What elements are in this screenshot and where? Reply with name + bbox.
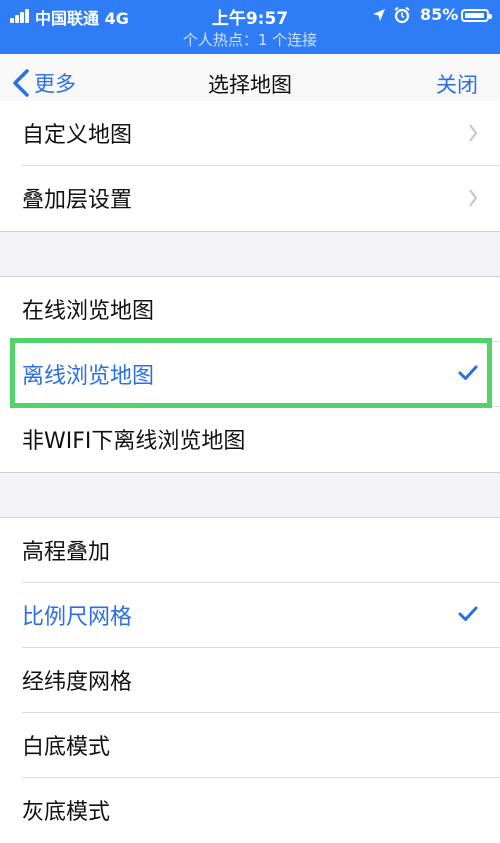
list-item-custom-map[interactable]: 自定义地图	[0, 101, 500, 166]
chevron-right-icon	[469, 124, 478, 142]
battery-icon	[461, 9, 492, 22]
list-item-label: 自定义地图	[22, 123, 133, 148]
list-item-label: 非WIFI下离线浏览地图	[22, 429, 246, 454]
list-item-elevation-overlay[interactable]: 高程叠加	[0, 518, 500, 583]
list-item-label: 叠加层设置	[22, 188, 133, 213]
page-title: 选择地图	[208, 73, 292, 97]
list-item-offline-map[interactable]: 离线浏览地图	[0, 342, 500, 407]
list-item-online-map[interactable]: 在线浏览地图	[0, 277, 500, 342]
list-item-scale-grid[interactable]: 比例尺网格	[0, 583, 500, 648]
list-item-label: 离线浏览地图	[22, 364, 155, 389]
chevron-right-icon	[469, 189, 478, 207]
list-item-non-wifi-offline[interactable]: 非WIFI下离线浏览地图	[0, 407, 500, 472]
hotspot-banner[interactable]: 个人热点：1 个连接	[0, 29, 500, 50]
list-item-latlon-grid[interactable]: 经纬度网格	[0, 648, 500, 713]
section-divider	[0, 231, 500, 277]
list-item-label: 经纬度网格	[22, 670, 133, 695]
checkmark-icon	[458, 606, 478, 621]
list-item-overlay-settings[interactable]: 叠加层设置	[0, 166, 500, 231]
list-item-label: 在线浏览地图	[22, 299, 155, 324]
status-bar: 中国联通 4G 上午9:57 85% 个人热点：1 个连接	[0, 0, 500, 54]
close-button[interactable]: 关闭	[436, 69, 478, 99]
list-item-label: 高程叠加	[22, 540, 111, 565]
location-arrow-icon	[373, 9, 385, 21]
list-item-label: 灰底模式	[22, 800, 111, 825]
section-divider	[0, 472, 500, 518]
battery-percent: 85%	[420, 5, 459, 24]
list-item-gray-mode[interactable]: 灰底模式	[0, 778, 500, 843]
list-item-label: 比例尺网格	[22, 605, 133, 630]
list-item-label: 白底模式	[22, 735, 111, 760]
checkmark-icon	[458, 365, 478, 380]
settings-list: 自定义地图 叠加层设置 在线浏览地图 离线浏览地图 非WIFI下离线浏览地图 高…	[0, 101, 500, 843]
alarm-clock-icon	[394, 6, 410, 24]
list-item-white-mode[interactable]: 白底模式	[0, 713, 500, 778]
